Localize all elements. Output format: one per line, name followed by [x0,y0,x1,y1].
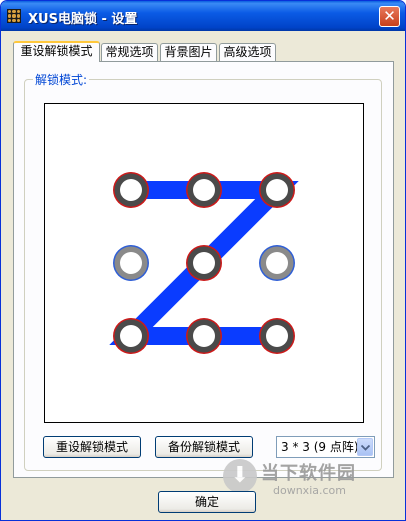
grid-size-select[interactable]: 3 * 3 (9 点阵) [276,436,375,458]
ok-button[interactable]: 确定 [158,491,256,513]
pattern-drawing[interactable] [45,104,363,422]
pattern-canvas[interactable] [44,103,364,423]
close-icon: ✕ [383,7,396,25]
backup-pattern-button[interactable]: 备份解锁模式 [155,436,253,458]
settings-window: XUS电脑锁 - 设置 ✕ 重设解锁模式 常规选项 背景图片 高级选项 解锁模式… [0,0,406,521]
pattern-node[interactable] [259,245,295,281]
tab-reset-pattern[interactable]: 重设解锁模式 [13,41,100,62]
close-button[interactable]: ✕ [379,6,400,27]
pattern-node-selected[interactable] [186,172,222,208]
pattern-node-selected[interactable] [186,245,222,281]
tab-advanced-options[interactable]: 高级选项 [219,43,276,61]
watermark-url: downxia.com [273,484,346,497]
dropdown-button[interactable] [357,438,373,456]
pattern-node-selected[interactable] [113,318,149,354]
tab-general-options[interactable]: 常规选项 [101,43,158,61]
download-arrow-icon: ⬇ [223,459,257,493]
unlock-pattern-group: 解锁模式: 重设解锁模式 备份解锁模式 3 * 3 (9 点阵) [24,71,382,471]
pattern-node[interactable] [113,245,149,281]
window-title: XUS电脑锁 - 设置 [28,12,138,27]
tab-background-image[interactable]: 背景图片 [160,43,217,61]
group-label: 解锁模式: [33,71,90,88]
pattern-node-selected[interactable] [186,318,222,354]
grid-size-value: 3 * 3 (9 点阵) [281,440,359,454]
pattern-node-selected[interactable] [259,172,295,208]
tab-panel: 解锁模式: 重设解锁模式 备份解锁模式 3 * 3 (9 点阵) [13,61,394,478]
grid-app-icon[interactable] [7,9,21,23]
watermark-title: 当下软件园 [261,463,356,484]
title-bar[interactable]: XUS电脑锁 - 设置 ✕ [1,1,405,31]
chevron-down-icon [361,445,370,451]
pattern-node-selected[interactable] [259,318,295,354]
reset-pattern-button[interactable]: 重设解锁模式 [43,436,141,458]
pattern-node-selected[interactable] [113,172,149,208]
